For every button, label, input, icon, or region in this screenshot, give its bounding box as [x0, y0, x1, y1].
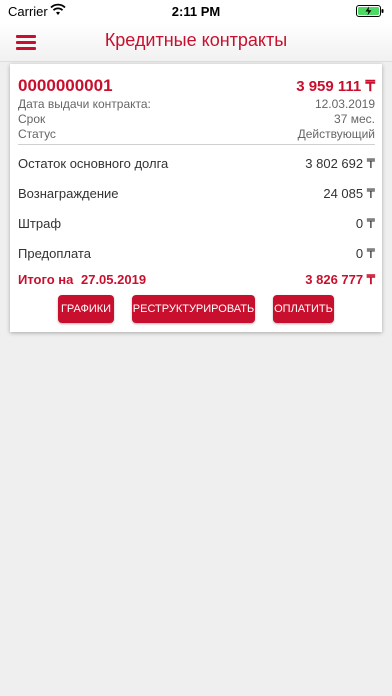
- schedules-button[interactable]: ГРАФИКИ: [58, 295, 114, 323]
- detail-row-status: Статус Действующий: [18, 127, 375, 141]
- divider: [18, 144, 375, 145]
- navigation-bar: Кредитные контракты: [0, 22, 392, 62]
- contract-number: 0000000001: [18, 76, 113, 95]
- breakdown-row-penalty: Штраф 0 ₸: [18, 216, 375, 232]
- total-label: Итого на: [18, 272, 74, 287]
- contract-header-row: 0000000001 3 959 111 ₸: [18, 76, 375, 96]
- detail-label: Срок: [18, 112, 46, 126]
- contract-total-amount: 3 959 111 ₸: [296, 78, 375, 95]
- detail-value: 37 мес.: [334, 112, 375, 126]
- breakdown-label: Штраф: [18, 216, 62, 231]
- page-title: Кредитные контракты: [104, 30, 288, 50]
- total-label-group: Итого на 27.05.2019: [18, 272, 146, 287]
- pay-button[interactable]: ОПЛАТИТЬ: [273, 295, 334, 323]
- total-value: 3 826 777 ₸: [305, 272, 375, 287]
- breakdown-label: Остаток основного долга: [18, 156, 169, 171]
- detail-label: Дата выдачи контракта:: [18, 97, 151, 111]
- battery-charging-icon: [356, 5, 384, 17]
- breakdown-label: Вознаграждение: [18, 186, 119, 201]
- status-bar: Carrier 2:11 PM: [0, 0, 392, 22]
- breakdown-value: 0 ₸: [355, 216, 375, 231]
- detail-value: Действующий: [297, 127, 375, 141]
- detail-row-term: Срок 37 мес.: [18, 112, 375, 126]
- detail-label: Статус: [18, 127, 56, 141]
- breakdown-row-principal: Остаток основного долга 3 802 692 ₸: [18, 156, 375, 172]
- breakdown-row-prepayment: Предоплата 0 ₸: [18, 246, 375, 262]
- total-date: 27.05.2019: [80, 272, 147, 287]
- breakdown-value: 3 802 692 ₸: [305, 156, 375, 171]
- breakdown-value: 24 085 ₸: [323, 186, 375, 201]
- detail-value: 12.03.2019: [314, 97, 375, 111]
- breakdown-value: 0 ₸: [355, 246, 375, 261]
- total-row: Итого на 27.05.2019 3 826 777 ₸: [18, 272, 375, 288]
- breakdown-row-interest: Вознаграждение 24 085 ₸: [18, 186, 375, 202]
- contract-card[interactable]: 0000000001 3 959 111 ₸ Дата выдачи контр…: [10, 64, 382, 332]
- detail-row-issue-date: Дата выдачи контракта: 12.03.2019: [18, 97, 375, 111]
- restructure-button[interactable]: РЕСТРУКТУРИРОВАТЬ: [132, 295, 255, 323]
- breakdown-label: Предоплата: [18, 246, 91, 261]
- clock: 2:11 PM: [171, 4, 221, 19]
